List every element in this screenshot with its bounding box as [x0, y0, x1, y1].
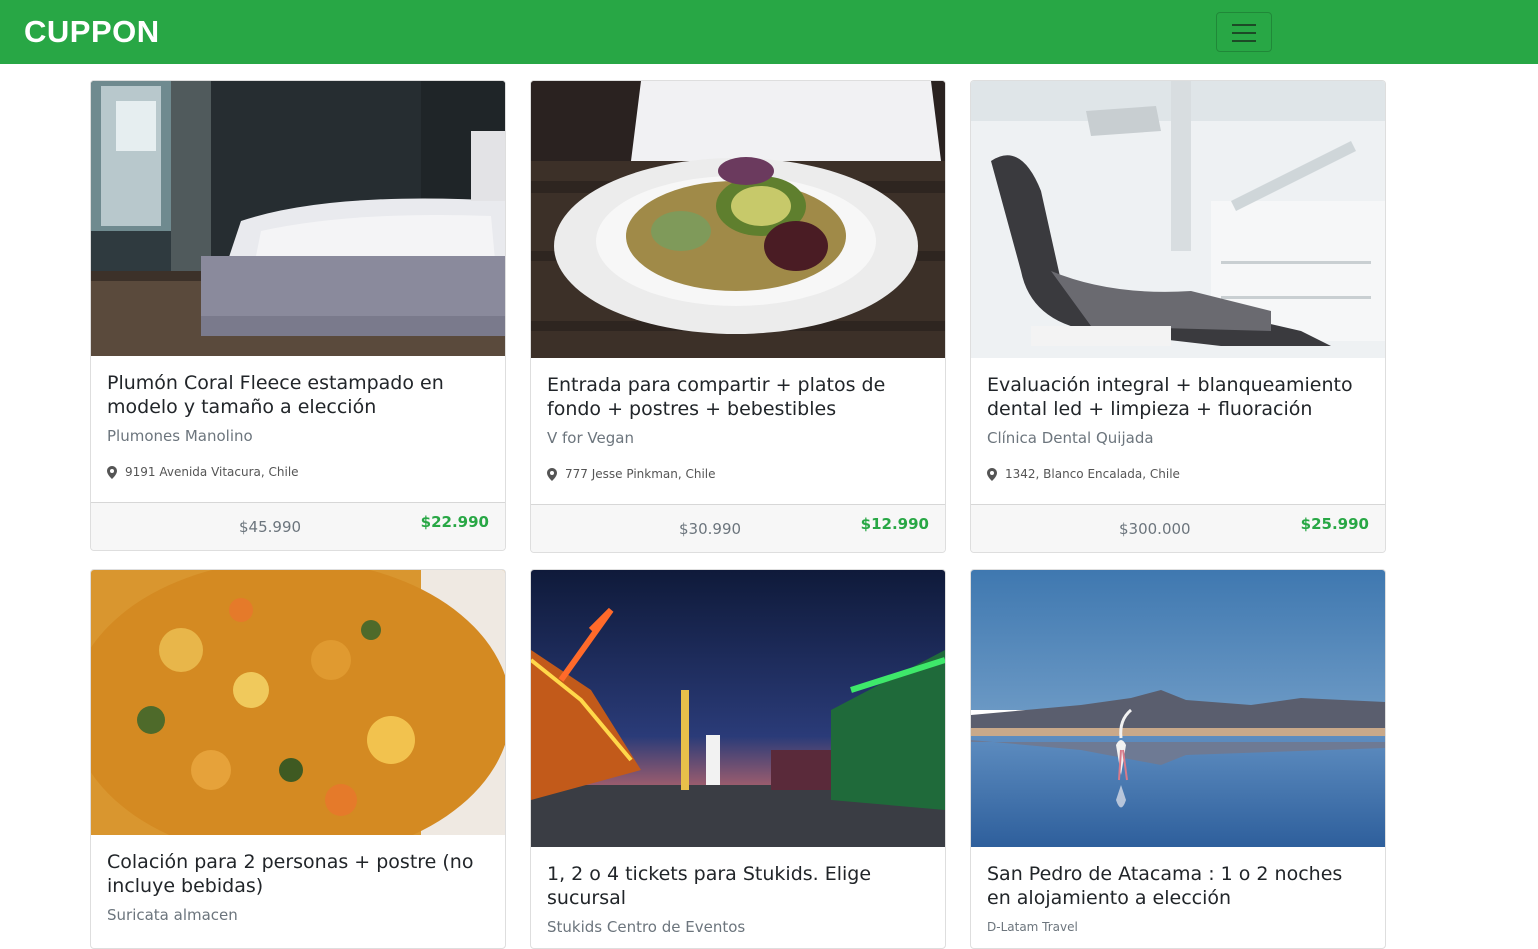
- deal-card[interactable]: Colación para 2 personas + postre (no in…: [90, 569, 506, 949]
- bedroom-photo[interactable]: [91, 81, 505, 356]
- merchant-name: Suricata almacen: [107, 906, 238, 924]
- vegan-salad-photo[interactable]: [531, 81, 945, 358]
- deal-title[interactable]: Entrada para compartir + platos de fondo…: [547, 373, 929, 421]
- deal-title[interactable]: Evaluación integral + blanqueamiento den…: [987, 373, 1369, 421]
- original-price: $30.990: [679, 520, 742, 538]
- address: 777 Jesse Pinkman, Chile: [547, 467, 929, 481]
- merchant-name: V for Vegan: [547, 429, 634, 447]
- address-text: 1342, Blanco Encalada, Chile: [1005, 467, 1180, 481]
- address-text: 777 Jesse Pinkman, Chile: [565, 467, 716, 481]
- price-footer: $300.000 $25.990: [971, 504, 1385, 552]
- dental-chair-photo[interactable]: [971, 81, 1385, 358]
- merchant-name: Plumones Manolino: [107, 427, 253, 445]
- discount-price: $12.990: [860, 515, 929, 533]
- map-pin-icon: [547, 467, 557, 481]
- discount-price: $25.990: [1300, 515, 1369, 533]
- address: 9191 Avenida Vitacura, Chile: [107, 465, 489, 479]
- flamingo-lake-photo[interactable]: [971, 570, 1385, 847]
- deal-card[interactable]: Plumón Coral Fleece estampado en modelo …: [90, 80, 506, 551]
- fair-rides-night-photo[interactable]: [531, 570, 945, 847]
- deal-card[interactable]: 1, 2 o 4 tickets para Stukids. Elige suc…: [530, 569, 946, 949]
- merchant-name: Clínica Dental Quijada: [987, 429, 1154, 447]
- deal-title[interactable]: 1, 2 o 4 tickets para Stukids. Elige suc…: [547, 862, 929, 910]
- original-price: $300.000: [1119, 520, 1191, 538]
- merchant-name: D-Latam Travel: [987, 920, 1078, 934]
- deal-title[interactable]: San Pedro de Atacama : 1 o 2 noches en a…: [987, 862, 1369, 910]
- price-footer: $45.990 $22.990: [91, 502, 505, 550]
- address: 1342, Blanco Encalada, Chile: [987, 467, 1369, 481]
- discount-price: $22.990: [420, 513, 489, 531]
- food-dish-photo[interactable]: [91, 570, 505, 835]
- price-footer: $30.990 $12.990: [531, 504, 945, 552]
- deal-title[interactable]: Plumón Coral Fleece estampado en modelo …: [107, 371, 489, 419]
- deal-card[interactable]: Entrada para compartir + platos de fondo…: [530, 80, 946, 553]
- brand-logo[interactable]: CUPPON: [24, 14, 160, 50]
- merchant-name: Stukids Centro de Eventos: [547, 918, 746, 936]
- map-pin-icon: [107, 465, 117, 479]
- navbar: CUPPON: [0, 0, 1538, 64]
- deal-card[interactable]: San Pedro de Atacama : 1 o 2 noches en a…: [970, 569, 1386, 949]
- original-price: $45.990: [239, 518, 302, 536]
- deal-title[interactable]: Colación para 2 personas + postre (no in…: [107, 850, 489, 898]
- map-pin-icon: [987, 467, 997, 481]
- address-text: 9191 Avenida Vitacura, Chile: [125, 465, 299, 479]
- menu-toggle-button[interactable]: [1216, 12, 1272, 52]
- hamburger-menu-icon: [1232, 24, 1256, 42]
- deal-card[interactable]: Evaluación integral + blanqueamiento den…: [970, 80, 1386, 553]
